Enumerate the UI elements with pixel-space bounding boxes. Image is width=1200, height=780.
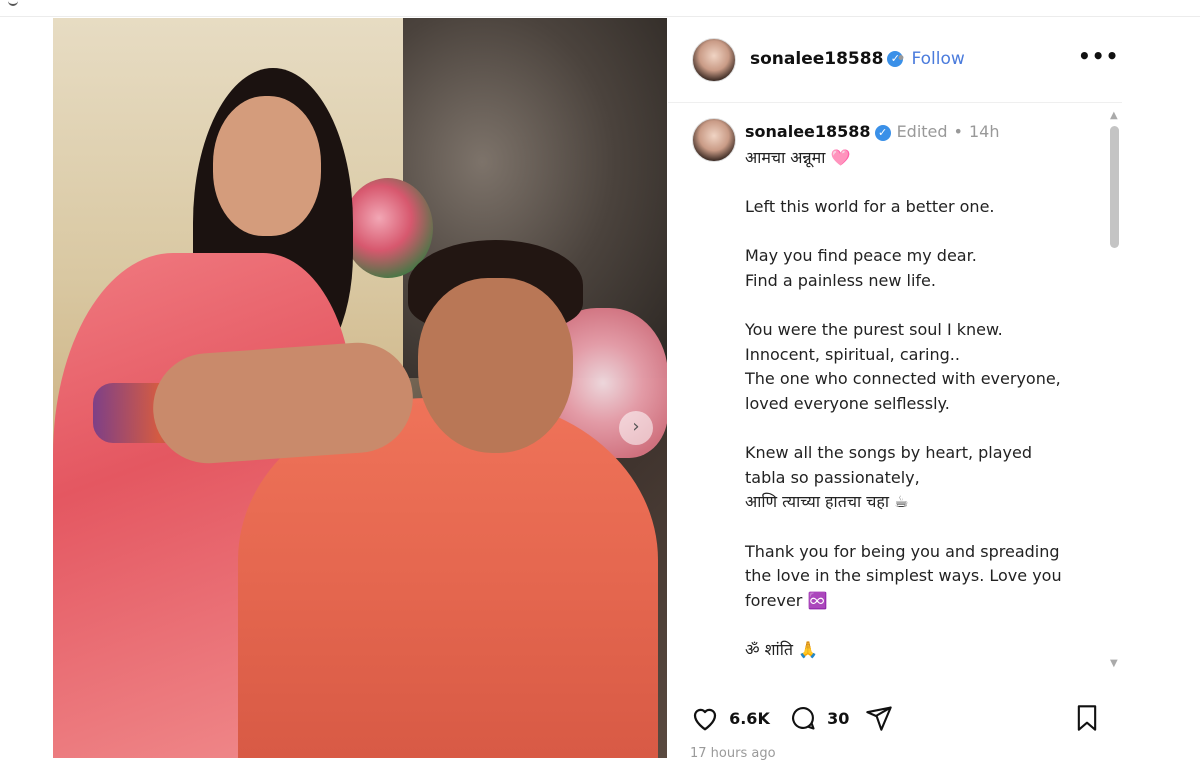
header-username-text[interactable]: sonalee18588 — [750, 49, 883, 69]
caption-verified-badge-icon: ✓ — [874, 124, 891, 141]
caption-username[interactable]: sonalee18588 — [745, 122, 871, 141]
caption-line: Innocent, spiritual, caring.. — [745, 344, 960, 364]
header-username[interactable]: sonalee18588 ✓ — [750, 49, 904, 69]
share-icon — [866, 706, 892, 731]
post-photo[interactable]: › — [53, 18, 667, 758]
caption-line — [745, 294, 1100, 319]
caption-line — [745, 417, 1100, 442]
caption-line: You were the purest soul I knew. — [745, 320, 1003, 340]
caption-area: sonalee18588 ✓ Edited • 14h आमचा अन्नूमा 🩷 Le… — [668, 102, 1108, 674]
comment-count[interactable]: 30 — [827, 709, 849, 728]
caption-line: Left this world for a better one. — [745, 197, 995, 217]
share-button[interactable] — [864, 704, 894, 736]
caption-line — [745, 220, 1100, 245]
top-edge-glyph — [8, 0, 18, 6]
post-header: sonalee18588 ✓ • Follow ••• — [668, 18, 1122, 103]
post-side-panel: sonalee18588 ✓ • Follow ••• sonalee18588 ✓… — [668, 18, 1122, 761]
follow-separator: • — [896, 49, 907, 69]
heart-icon — [693, 708, 717, 731]
scroll-up-arrow-icon[interactable]: ▲ — [1110, 110, 1118, 121]
action-bar: 6.6K 30 — [668, 698, 1122, 742]
photo-woman-arm — [149, 339, 417, 467]
avatar[interactable] — [692, 38, 736, 82]
caption-line: May you find peace my dear. — [745, 246, 977, 266]
caption-scrollbar[interactable]: ▲ ▼ — [1108, 110, 1122, 670]
photo-man-face — [418, 278, 573, 453]
next-image-button[interactable]: › — [619, 411, 653, 445]
caption-dot: • — [953, 122, 963, 141]
comment-button[interactable]: 30 — [788, 704, 849, 736]
caption-line: the love in the simplest ways. Love you — [745, 566, 1062, 586]
caption-avatar[interactable] — [692, 118, 736, 162]
browser-top-strip — [0, 0, 1200, 17]
more-options-icon[interactable]: ••• — [1078, 44, 1119, 68]
follow-label[interactable]: Follow — [911, 49, 964, 69]
caption-line — [745, 515, 1100, 540]
bookmark-icon — [1077, 705, 1097, 731]
caption-line: Find a painless new life. — [745, 270, 936, 290]
caption-line: आमचा अन्नूमा 🩷 — [745, 148, 851, 167]
scroll-down-arrow-icon[interactable]: ▼ — [1110, 658, 1118, 669]
caption-text: आमचा अन्नूमा 🩷 Left this world for a bett… — [745, 146, 1100, 662]
like-count[interactable]: 6.6K — [729, 709, 770, 728]
caption-line: ॐ शांति 🙏 — [745, 639, 818, 659]
edited-label: Edited — [896, 122, 948, 141]
caption-line: Thank you for being you and spreading — [745, 541, 1060, 561]
like-button[interactable]: 6.6K — [690, 704, 770, 736]
scroll-thumb[interactable] — [1110, 126, 1119, 248]
post-time-ago[interactable]: 17 hours ago — [690, 746, 776, 761]
caption-line: forever ♾️ — [745, 590, 828, 610]
photo-woman-face — [213, 96, 321, 236]
caption-line: The one who connected with everyone, — [745, 369, 1061, 389]
caption-line — [745, 171, 1100, 196]
caption-line: tabla so passionately, — [745, 467, 920, 487]
follow-button[interactable]: • Follow — [896, 49, 965, 69]
caption-line: loved everyone selflessly. — [745, 393, 950, 413]
caption-line: आणि त्याच्या हातचा चहा ☕ — [745, 492, 909, 512]
caption-line — [745, 613, 1100, 638]
caption-line: Knew all the songs by heart, played — [745, 443, 1033, 463]
save-button[interactable] — [1074, 704, 1100, 736]
comment-icon — [792, 707, 815, 730]
caption-time[interactable]: 14h — [969, 122, 1000, 141]
caption-header: sonalee18588 ✓ Edited • 14h — [745, 122, 999, 141]
